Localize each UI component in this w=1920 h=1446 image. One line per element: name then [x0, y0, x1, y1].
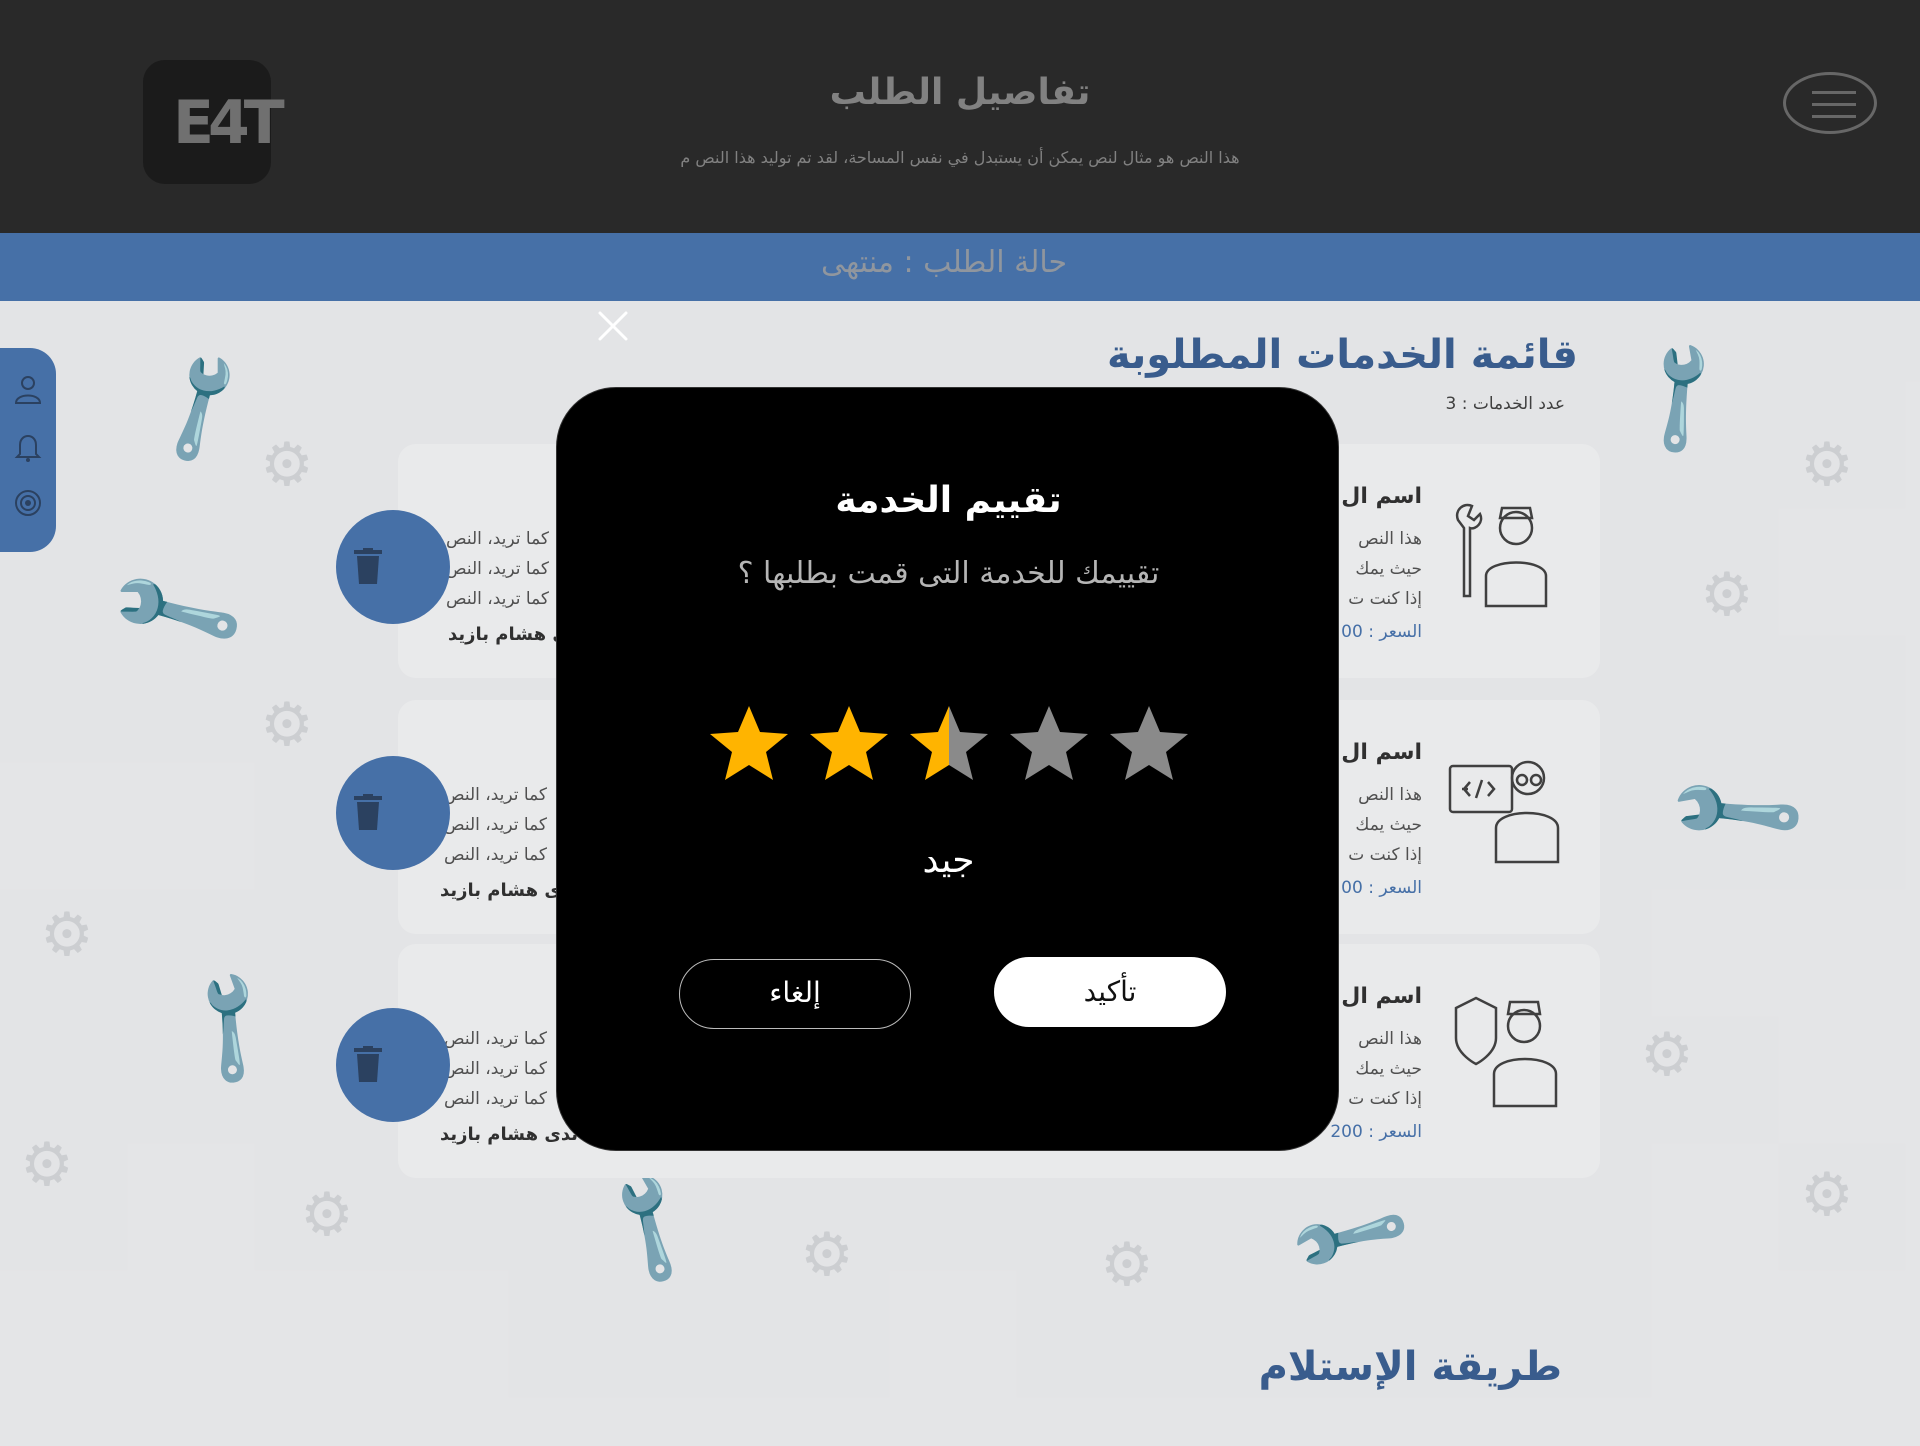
star-3[interactable]	[909, 704, 989, 784]
cancel-button[interactable]: إلغاء	[679, 959, 911, 1029]
star-5[interactable]	[1109, 704, 1189, 784]
rating-label: جيد	[922, 840, 975, 881]
star-1[interactable]	[709, 704, 789, 784]
close-icon[interactable]	[597, 310, 629, 342]
star-4[interactable]	[1009, 704, 1089, 784]
confirm-button[interactable]: تأكيد	[994, 957, 1226, 1027]
star-2[interactable]	[809, 704, 889, 784]
dialog-title: تقييم الخدمة	[835, 480, 1062, 521]
star-rating[interactable]	[709, 704, 1189, 784]
rating-dialog: تقييم الخدمة تقييمك للخدمة التى قمت بطلب…	[556, 387, 1339, 1151]
dialog-question: تقييمك للخدمة التى قمت بطلبها ؟	[737, 556, 1160, 591]
